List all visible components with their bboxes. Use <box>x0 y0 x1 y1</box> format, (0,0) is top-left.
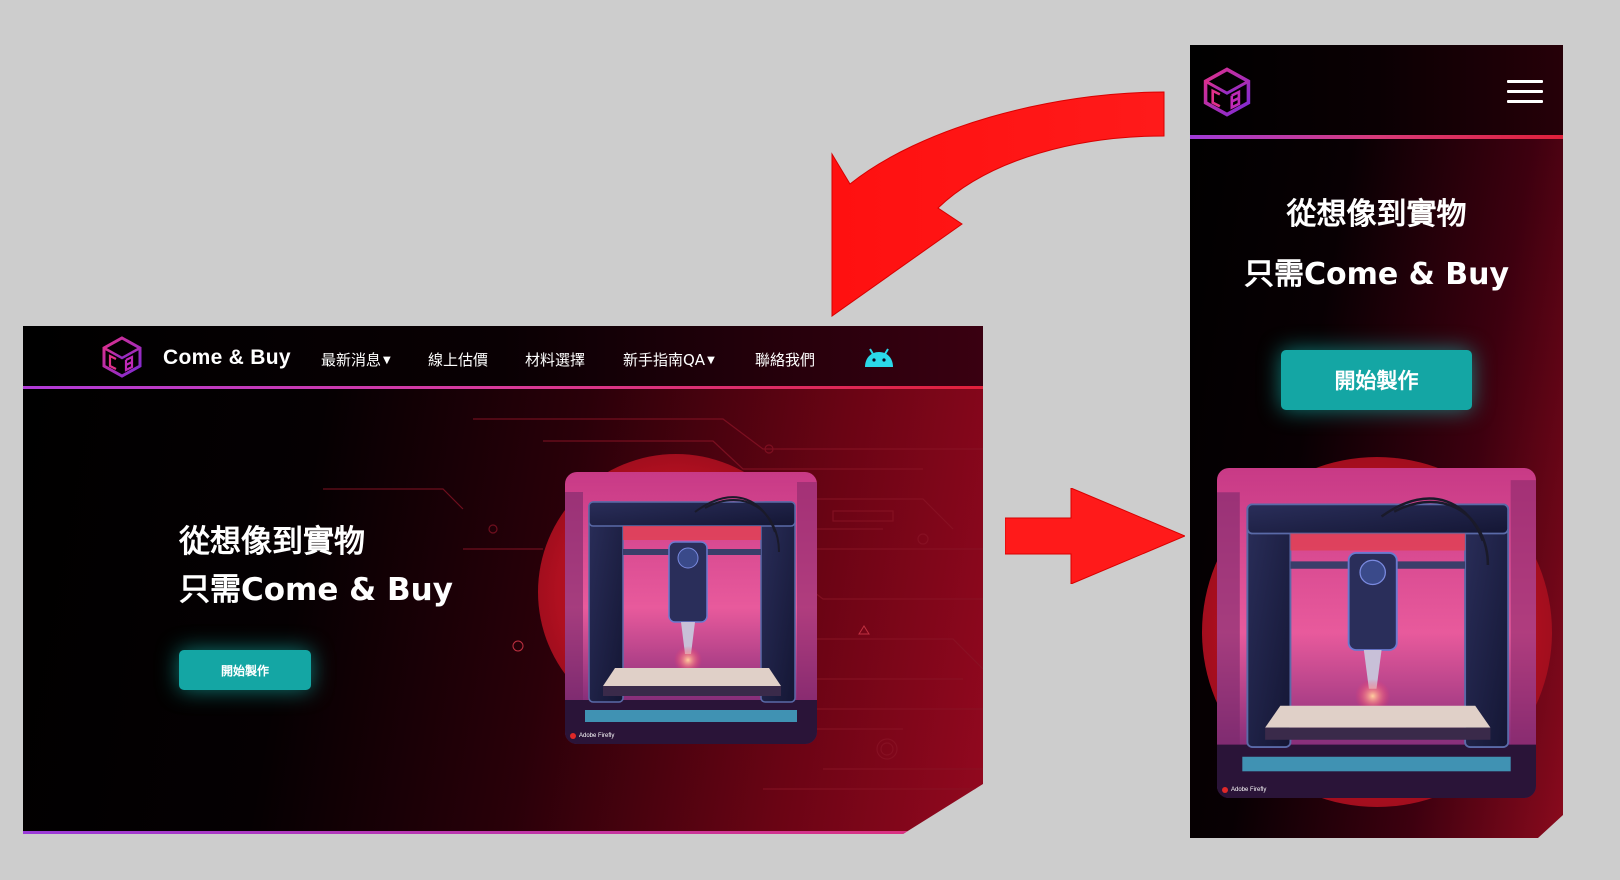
cb-cube-logo-icon[interactable] <box>101 336 143 378</box>
image-watermark: Adobe Firefly <box>1222 787 1266 793</box>
3d-printer-illustration <box>565 472 817 744</box>
nav-item-news[interactable]: 最新消息 ▼ <box>321 349 391 370</box>
bottom-divider <box>23 831 983 834</box>
cb-cube-logo-icon[interactable] <box>1202 67 1252 117</box>
image-watermark: Adobe Firefly <box>570 733 614 739</box>
hero-heading-line1: 從想像到實物 <box>179 524 365 560</box>
nav-item-quote[interactable]: 線上估價 <box>428 349 488 370</box>
adobe-icon <box>1222 787 1228 793</box>
circuit-pattern-decoration <box>323 418 983 790</box>
android-icon[interactable] <box>863 348 895 368</box>
desktop-layout-preview: Come & Buy 最新消息 ▼ 線上估價 材料選擇 新手指南QA ▼ 聯絡我們 <box>23 326 983 834</box>
3d-printer-image: Adobe Firefly <box>1217 468 1536 798</box>
nav-item-materials[interactable]: 材料選擇 <box>525 349 585 370</box>
nav-item-contact[interactable]: 聯絡我們 <box>755 349 815 370</box>
hamburger-menu-icon[interactable] <box>1507 80 1543 104</box>
brand-name[interactable]: Come & Buy <box>163 346 291 370</box>
adobe-icon <box>570 733 576 739</box>
3d-printer-illustration <box>1217 468 1536 798</box>
hero-heading-line2: 只需Come & Buy <box>179 572 453 608</box>
hero-heading-line2: 只需Come & Buy <box>1243 257 1510 292</box>
start-making-button[interactable]: 開始製作 <box>1281 350 1472 410</box>
hero-heading: 從想像到實物 只需Come & Buy <box>179 518 453 614</box>
hero-heading-line1: 從想像到實物 <box>1286 197 1467 232</box>
mobile-navbar <box>1190 45 1563 135</box>
nav-item-guide-qa[interactable]: 新手指南QA ▼ <box>623 349 715 370</box>
curved-arrow-icon <box>831 91 1165 317</box>
navbar-divider <box>1190 135 1563 139</box>
start-making-button[interactable]: 開始製作 <box>179 650 311 690</box>
3d-printer-image: Adobe Firefly <box>565 472 817 744</box>
chevron-down-icon: ▼ <box>707 355 715 366</box>
right-arrow-icon <box>1005 488 1185 584</box>
hero-heading: 從想像到實物 只需Come & Buy <box>1190 185 1563 305</box>
desktop-navbar: Come & Buy 最新消息 ▼ 線上估價 材料選擇 新手指南QA ▼ 聯絡我們 <box>23 326 983 386</box>
mobile-layout-preview: 從想像到實物 只需Come & Buy 開始製作 Adobe Firefly <box>1190 45 1563 838</box>
chevron-down-icon: ▼ <box>383 355 391 366</box>
